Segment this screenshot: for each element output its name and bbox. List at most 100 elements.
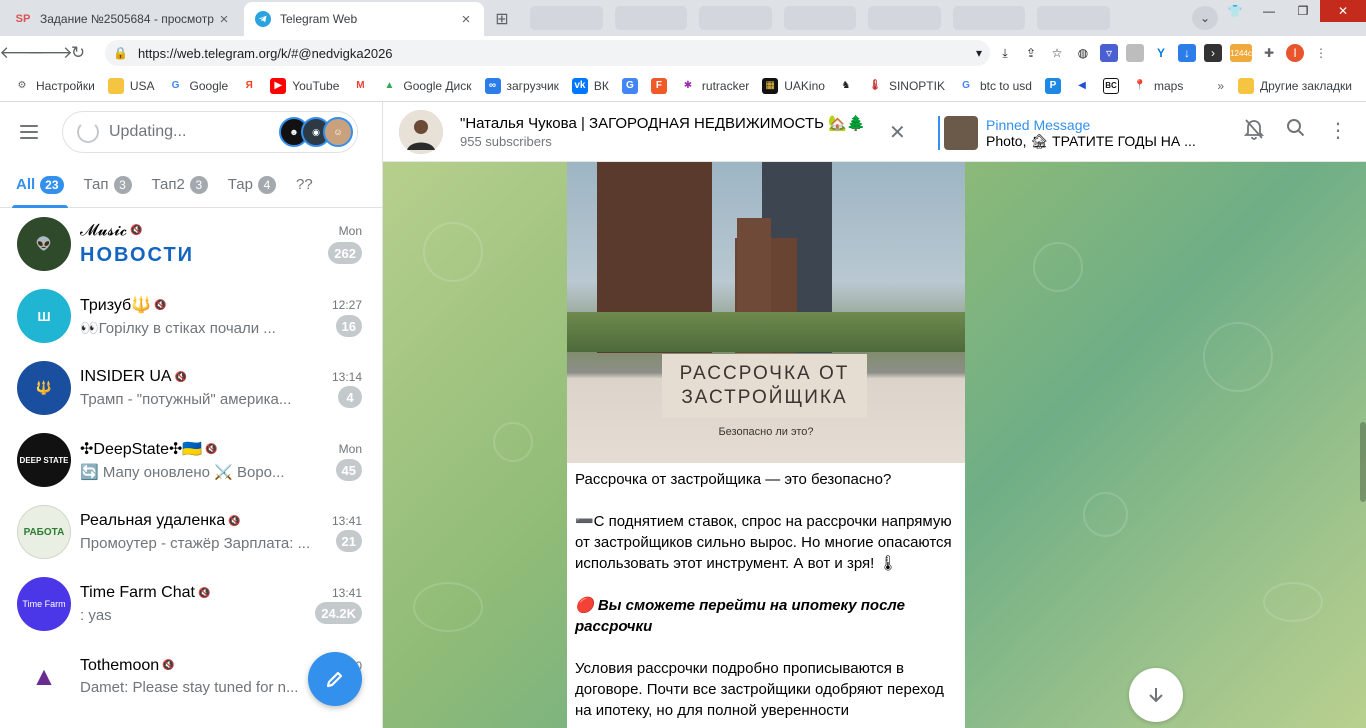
bookmark-usa[interactable]: USA [107, 77, 155, 94]
stories-strip[interactable]: ☻ ◉ ☺ [279, 117, 353, 147]
tab-folder-3[interactable]: Тап2 3 [152, 162, 208, 208]
browser-tab-telegram[interactable]: Telegram Web × [244, 2, 484, 36]
shirt-icon[interactable]: 👕 [1218, 0, 1252, 22]
sidebar-header: Updating... ☻ ◉ ☺ [0, 102, 382, 162]
bookmark-sinoptik[interactable]: 🌡 SINOPTIK [867, 78, 945, 94]
bookmark-rutracker[interactable]: ✱ rutracker [680, 78, 750, 94]
folder-label: ?? [295, 176, 313, 193]
subscriber-count: 955 subscribers [460, 134, 552, 149]
reload-icon[interactable]: ↻ [64, 39, 92, 67]
tab-folder-2[interactable]: Тап 3 [84, 162, 132, 208]
download-extension-icon[interactable]: ↓ [1178, 44, 1196, 62]
pinned-title: Pinned Message [986, 116, 1091, 133]
page-scrollbar[interactable] [1360, 422, 1366, 502]
pinned-text: Photo, 🏚 ТРАТИТЕ ГОДЫ НА ... [986, 132, 1196, 149]
pinned-message-bar[interactable]: Pinned Message Photo, 🏚 ТРАТИТЕ ГОДЫ НА … [938, 116, 1196, 150]
chat-list-panel: Updating... ☻ ◉ ☺ All 23 Тап 3 Тап2 3 Тар 4?? 👽… [0, 102, 383, 728]
chat-avatar: РАБОТА [17, 505, 71, 559]
chat-list-item[interactable]: Ш Тризуб🔱 🔇 12:27 👀Горілку в стіках почали .… [0, 280, 382, 352]
chat-list-item[interactable]: DEEP STATE ✣DeepState✣🇺🇦 🔇 Mon 🔄 Мапу оновле… [0, 424, 382, 496]
bookmark-youtube[interactable]: ▶ YouTube [270, 77, 339, 94]
extensions-bar: ▾ ⤓ ⇪ ☆ ◍ ▿ Y ↓ › 1244с ✚ I ⋮ [970, 40, 1330, 66]
doodle [493, 422, 533, 462]
infinity-icon: ∞ [484, 77, 501, 94]
bookmark-загрузчик[interactable]: ∞ загрузчик [484, 77, 559, 94]
shield-extension-icon[interactable]: ▿ [1100, 44, 1118, 62]
tab-folder-5[interactable]: ?? [296, 162, 313, 208]
bookmark-настройки[interactable]: ⚙ Настройки [14, 78, 95, 94]
yandex-icon: Я [245, 80, 253, 91]
chat-list-item[interactable]: 🔱 INSIDER UA 🔇 13:14 Трамп - "потужный" амер… [0, 352, 382, 424]
puzzle-icon[interactable]: ✚ [1260, 44, 1278, 62]
browser-tab-task[interactable]: SP Задание №2505684 - просмотр з × [4, 2, 242, 36]
post-photo[interactable]: РАССРОЧКА ОТ ЗАСТРОЙЩИКА Безопасно ли эт… [567, 162, 965, 463]
post-title: Рассрочка от застройщика — это безопасно… [575, 471, 892, 488]
new-tab-button[interactable]: ⊞ [488, 2, 516, 36]
more-bookmarks-button[interactable]: » [1217, 79, 1224, 93]
folder-label: Тар [227, 176, 253, 193]
menu-icon[interactable] [20, 116, 52, 148]
other-tabs[interactable] [530, 6, 1111, 30]
search-placeholder: Updating... [109, 123, 187, 140]
bookmark-uakino[interactable]: ▦ UAKino [762, 77, 825, 94]
tab-search-icon[interactable]: ⌄ [1192, 6, 1218, 30]
dropdown-icon[interactable]: ▾ [970, 44, 988, 62]
more-icon[interactable]: ⋮ [1328, 118, 1348, 146]
story-avatar[interactable]: ☺ [323, 117, 353, 147]
share-icon[interactable]: ⇪ [1022, 44, 1040, 62]
other-bookmarks-folder[interactable]: Другие закладки [1238, 78, 1352, 94]
terminal-extension-icon[interactable]: › [1204, 44, 1222, 62]
star-icon[interactable]: ☆ [1048, 44, 1066, 62]
bell-muted-icon[interactable] [1243, 118, 1265, 146]
globe-icon[interactable]: ◍ [1074, 44, 1092, 62]
muted-icon: 🔇 [154, 299, 167, 311]
bookmark-bc[interactable]: BC [1102, 77, 1119, 94]
bookmark-google[interactable]: G Google [168, 78, 229, 94]
bookmark-p[interactable]: P [1044, 77, 1061, 94]
arrow-down-icon [1149, 688, 1163, 703]
kebab-menu-icon[interactable]: ⋮ [1312, 44, 1330, 62]
channel-header: "Наталья Чукова | ЗАГОРОДНАЯ НЕДВИЖИМОСТ… [383, 102, 1366, 162]
close-icon[interactable]: ✕ [889, 120, 906, 145]
search-input[interactable]: Updating... ☻ ◉ ☺ [62, 111, 358, 153]
bookmark-maps[interactable]: 📍 maps [1132, 78, 1184, 94]
bookmark-вк[interactable]: vk ВК [571, 77, 609, 94]
bookmark-f[interactable]: F [650, 77, 667, 94]
counter-extension-icon[interactable]: 1244с [1230, 44, 1252, 62]
close-window-button[interactable]: ✕ [1320, 0, 1366, 22]
bookmark-google-диск[interactable]: ▲ Google Диск [381, 78, 471, 94]
profile-avatar-icon[interactable]: I [1286, 44, 1304, 62]
url-field[interactable]: 🔒 https://web.telegram.org /k/#@nedvigka… [105, 40, 990, 66]
new-message-button[interactable] [308, 652, 362, 706]
search-icon[interactable] [1286, 118, 1306, 146]
chat-list-item[interactable]: 👽 𝓜𝓾𝓼𝓲𝓬 🔇 Mon НОВОСТИ 262 [0, 208, 382, 280]
chat-list-item[interactable]: Time Farm Time Farm Chat 🔇 13:41: yas 24.2K [0, 568, 382, 640]
close-tab-icon[interactable]: × [458, 11, 474, 28]
tab-folder-1[interactable]: All 23 [12, 162, 68, 208]
scroll-down-button[interactable] [1129, 668, 1183, 722]
download-page-icon[interactable]: ⤓ [996, 44, 1014, 62]
bookmark-yandex[interactable]: Я [241, 78, 257, 94]
post-paragraph: ➖С поднятием ставок, спрос на рассрочки … [575, 513, 952, 572]
bookmark-chess[interactable]: ♞ [838, 78, 854, 94]
close-tab-icon[interactable]: × [216, 11, 232, 28]
minimize-button[interactable]: — [1252, 0, 1286, 22]
bookmark-btc-to-usd[interactable]: Gbtc to usd [958, 78, 1032, 94]
bookmark-translate[interactable]: G [621, 77, 638, 94]
window-controls: 👕 — ❐ ✕ [1218, 0, 1366, 22]
maximize-button[interactable]: ❐ [1286, 0, 1320, 22]
channel-post[interactable]: РАССРОЧКА ОТ ЗАСТРОЙЩИКА Безопасно ли эт… [567, 162, 965, 728]
y-extension-icon[interactable]: Y [1152, 44, 1170, 62]
forward-icon[interactable]: 🡒 [27, 39, 73, 67]
lock-icon: 🔒 [113, 46, 128, 60]
channel-info[interactable]: "Наталья Чукова | ЗАГОРОДНАЯ НЕДВИЖИМОСТ… [460, 114, 865, 149]
bookmark-label: Google Диск [403, 78, 472, 93]
chat-avatar: ▲ [17, 649, 71, 703]
folder-tabs: All 23 Тап 3 Тап2 3 Тар 4?? [0, 162, 382, 208]
bookmark-k[interactable]: ◀ [1074, 78, 1090, 94]
tab-folder-4[interactable]: Тар 4 [228, 162, 276, 208]
chat-list-item[interactable]: РАБОТА Реальная удаленка 🔇 13:41 Промоутер -… [0, 496, 382, 568]
briefcase-extension-icon[interactable] [1126, 44, 1144, 62]
channel-avatar[interactable] [399, 109, 443, 154]
bookmark-gmail[interactable]: M [352, 78, 368, 94]
